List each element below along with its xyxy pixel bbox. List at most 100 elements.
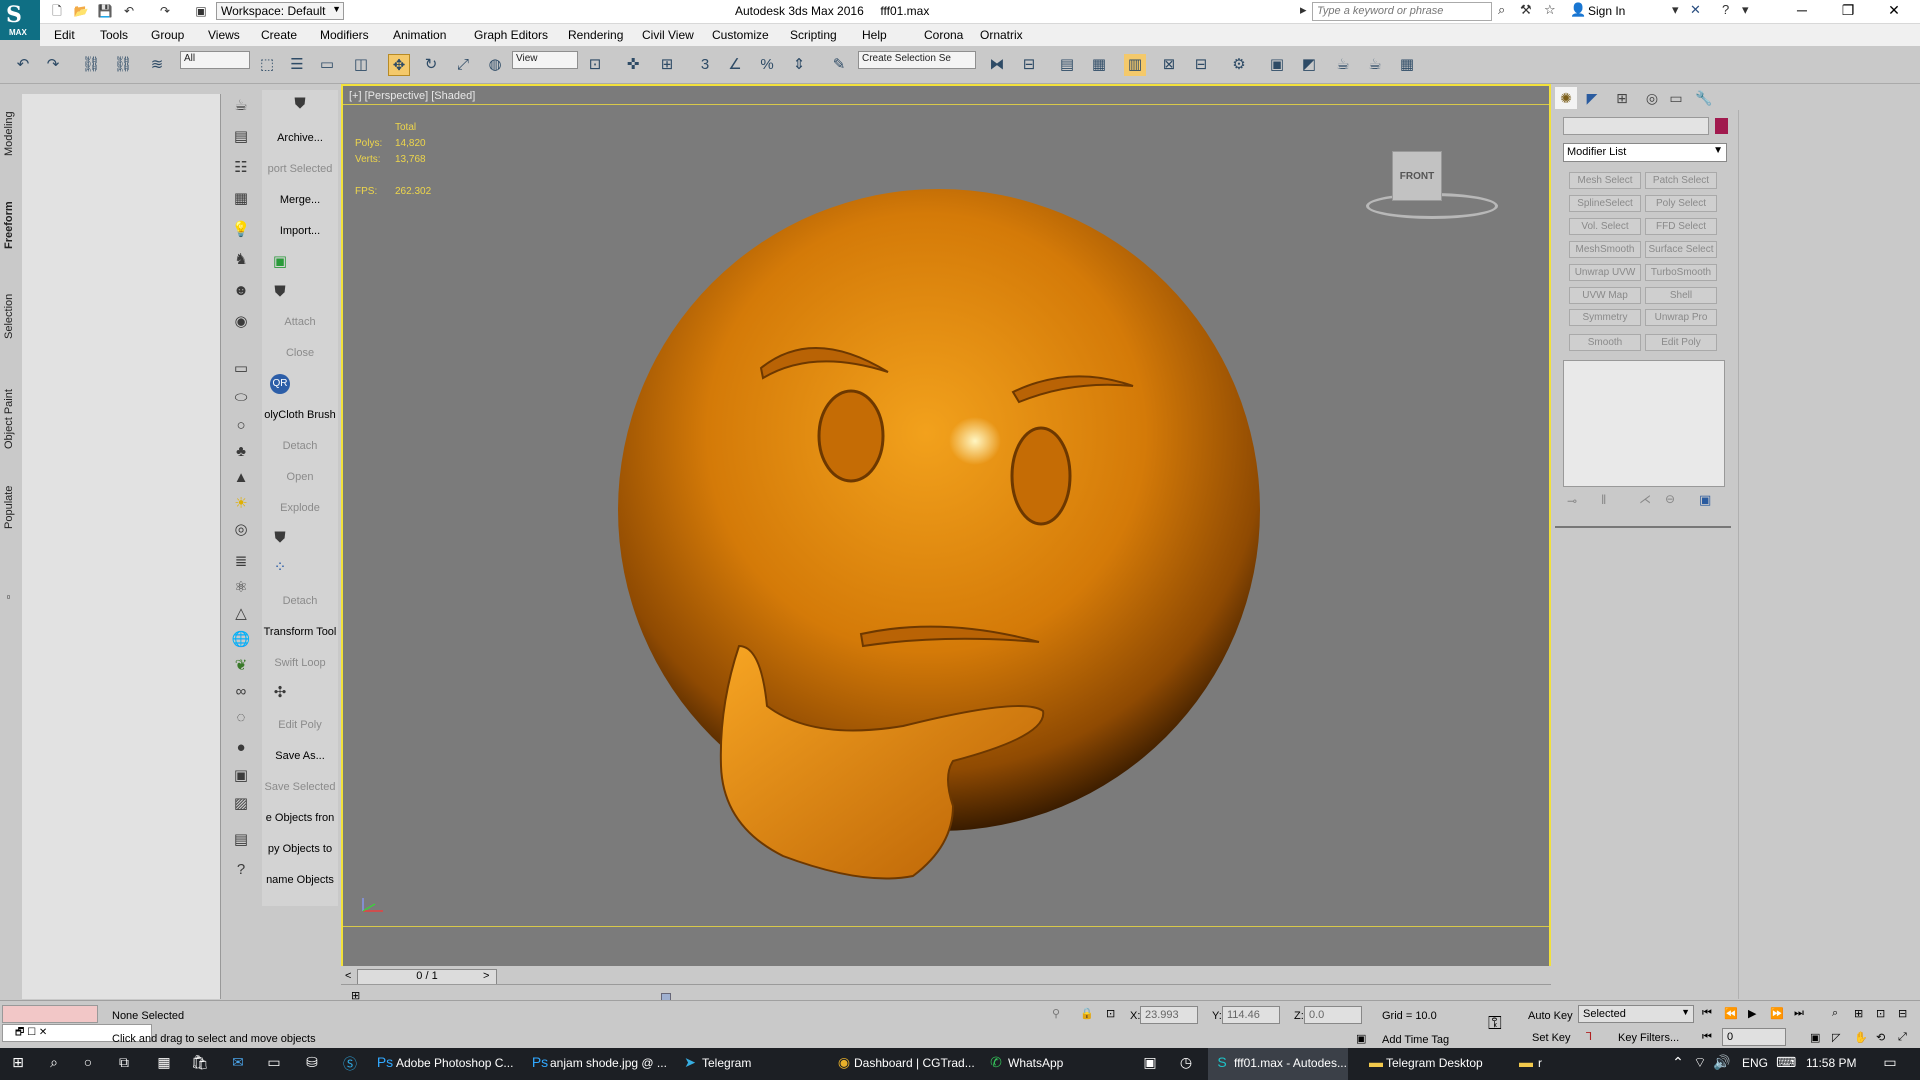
utilities-tab-icon[interactable]: 🔧 bbox=[1693, 87, 1715, 109]
help-icon[interactable]: ? bbox=[231, 860, 251, 880]
zoom-all-icon[interactable]: ⊞ bbox=[1854, 1007, 1863, 1020]
help-icon[interactable]: ? bbox=[1722, 2, 1729, 17]
snaps-toggle-icon[interactable]: 3 bbox=[694, 54, 716, 76]
telegram-icon[interactable]: ➤ bbox=[680, 1054, 700, 1074]
menu-rendering[interactable]: Rendering bbox=[568, 28, 623, 42]
key-icon[interactable]: ⚿ bbox=[1488, 1013, 1502, 1034]
rendered-frame-icon[interactable]: ▣ bbox=[1266, 54, 1288, 76]
volume-icon[interactable]: 🔊 bbox=[1712, 1054, 1732, 1074]
binoculars-icon[interactable]: ⌕ bbox=[1498, 2, 1505, 18]
knot-icon[interactable]: ∞ bbox=[231, 682, 251, 702]
window-crossing-icon[interactable]: ◫ bbox=[350, 54, 372, 76]
redo-icon[interactable]: ↷ bbox=[156, 3, 174, 19]
modifier-stack[interactable] bbox=[1563, 360, 1725, 487]
menu-group[interactable]: Group bbox=[151, 28, 184, 42]
show-end-result-icon[interactable]: ‖ bbox=[1601, 492, 1606, 507]
next-frame-icon[interactable]: > bbox=[483, 970, 489, 982]
taskbar-telegram-desktop[interactable]: Telegram Desktop bbox=[1386, 1056, 1483, 1070]
set-key-button[interactable]: Set Key bbox=[1532, 1032, 1571, 1044]
motion-tab-icon[interactable]: ◎ bbox=[1641, 87, 1663, 109]
time-slider[interactable]: 0 / 1 bbox=[357, 969, 497, 985]
move-objects-from-button[interactable]: e Objects fron bbox=[262, 812, 338, 824]
wifi-icon[interactable]: ⌔ bbox=[1690, 1054, 1710, 1074]
remove-modifier-icon[interactable]: ⊖ bbox=[1665, 492, 1675, 506]
meshsmooth-button[interactable]: MeshSmooth bbox=[1569, 241, 1641, 258]
save-as-button[interactable]: Save As... bbox=[262, 750, 338, 762]
plane-icon[interactable]: ▭ bbox=[231, 359, 251, 379]
align-icon[interactable]: ⊟ bbox=[1018, 54, 1040, 76]
keyboard-shortcut-icon[interactable]: ⊞ bbox=[656, 54, 678, 76]
maximize-viewport-icon[interactable]: ⤢ bbox=[1898, 1031, 1907, 1044]
pin-stack-icon[interactable]: ⊸ bbox=[1567, 494, 1577, 508]
render-setup-icon[interactable]: ⚙ bbox=[1228, 54, 1250, 76]
x-coord-field[interactable]: 23.993 bbox=[1140, 1006, 1198, 1024]
explode-button[interactable]: Explode bbox=[262, 502, 338, 514]
auto-key-button[interactable]: Auto Key bbox=[1528, 1010, 1573, 1022]
thinking-emoji-model[interactable] bbox=[343, 86, 1549, 966]
absolute-mode-icon[interactable]: ⊡ bbox=[1106, 1007, 1115, 1020]
photoshop-icon[interactable]: Ps bbox=[375, 1054, 395, 1074]
new-file-icon[interactable]: 🗋 bbox=[48, 3, 66, 19]
ball-icon[interactable]: ● bbox=[231, 738, 251, 758]
uvw-map-button[interactable]: UVW Map bbox=[1569, 287, 1641, 304]
selection-filter-dropdown[interactable]: All bbox=[180, 51, 250, 69]
qr-icon[interactable]: QR bbox=[270, 374, 290, 394]
menu-edit[interactable]: Edit bbox=[54, 28, 75, 42]
ffd-select-button[interactable]: FFD Select bbox=[1645, 218, 1717, 235]
rename-objects-button[interactable]: name Objects bbox=[262, 874, 338, 886]
clock[interactable]: 11:58 PM bbox=[1806, 1056, 1856, 1070]
sign-in-link[interactable]: Sign In bbox=[1588, 4, 1625, 18]
dots-icon[interactable]: ⁘ bbox=[270, 558, 290, 578]
menu-tools[interactable]: Tools bbox=[100, 28, 128, 42]
close-button[interactable]: Close bbox=[262, 347, 338, 359]
transform-tool-button[interactable]: Transform Tool bbox=[262, 626, 338, 638]
percent-snap-icon[interactable]: % bbox=[756, 54, 778, 76]
time-config-icon[interactable]: ▣ bbox=[1810, 1031, 1820, 1044]
archive-button[interactable]: Archive... bbox=[262, 132, 338, 144]
configure-sets-icon[interactable]: ▣ bbox=[1699, 492, 1711, 508]
tab-selection[interactable]: Selection bbox=[3, 294, 15, 339]
set-key-icon[interactable]: ⅂ bbox=[1586, 1030, 1592, 1043]
tab-freeform[interactable]: Freeform bbox=[3, 201, 15, 249]
cortana-icon[interactable]: ○ bbox=[78, 1054, 98, 1074]
render-window-icon[interactable]: ▦ bbox=[1396, 54, 1418, 76]
ribbon-toggle-icon[interactable]: ▦ bbox=[1088, 54, 1110, 76]
pan-icon[interactable]: ✋ bbox=[1854, 1031, 1868, 1044]
lock-icon[interactable]: 🔒 bbox=[1080, 1007, 1094, 1020]
search-icon[interactable]: ⌕ bbox=[44, 1054, 64, 1074]
turbosmooth-button[interactable]: TurboSmooth bbox=[1645, 264, 1717, 281]
select-move-icon[interactable]: ✥ bbox=[388, 54, 410, 76]
undo-icon[interactable]: ↶ bbox=[12, 54, 34, 76]
modify-tab-icon[interactable]: ◤ bbox=[1581, 87, 1603, 109]
menu-customize[interactable]: Customize bbox=[712, 28, 769, 42]
stack-icon[interactable]: ≣ bbox=[231, 552, 251, 572]
restore-icon[interactable]: ❐ bbox=[1826, 2, 1870, 22]
key-filters-button[interactable]: Key Filters... bbox=[1618, 1032, 1679, 1044]
clock-app-icon[interactable]: ◷ bbox=[1176, 1054, 1196, 1074]
star-icon[interactable]: ☆ bbox=[1544, 2, 1556, 18]
polycloth-brush-button[interactable]: olyCloth Brush bbox=[262, 409, 338, 421]
taskbar-active-item[interactable]: S fff01.max - Autodes... bbox=[1208, 1048, 1348, 1080]
tab-populate[interactable]: Populate bbox=[3, 486, 15, 529]
cameras-icon[interactable]: ▣ bbox=[231, 766, 251, 786]
save-selected-button[interactable]: Save Selected bbox=[262, 781, 338, 793]
key-mode-dropdown[interactable]: Selected ▼ bbox=[1578, 1005, 1694, 1023]
modifier-list-dropdown[interactable]: Modifier List ▼ bbox=[1563, 143, 1727, 162]
tab-modeling[interactable]: Modeling bbox=[3, 111, 15, 156]
named-selection-sets-dropdown[interactable]: Create Selection Se bbox=[858, 51, 976, 69]
chevron-down-icon[interactable]: ▾ bbox=[1742, 2, 1749, 18]
chrome-icon[interactable]: ◉ bbox=[834, 1054, 854, 1074]
select-by-name-icon[interactable]: ☰ bbox=[286, 54, 308, 76]
list-icon[interactable]: ☷ bbox=[231, 158, 251, 178]
image-icon[interactable]: ▣ bbox=[270, 252, 290, 272]
task-view-icon[interactable]: ⧉ bbox=[114, 1054, 134, 1074]
import-button[interactable]: Import... bbox=[262, 225, 338, 237]
pyramid-icon[interactable]: △ bbox=[231, 604, 251, 624]
teapot-icon[interactable]: ☕ bbox=[1332, 54, 1354, 76]
schematic-view-icon[interactable]: ⊠ bbox=[1158, 54, 1180, 76]
attach-button[interactable]: Attach bbox=[262, 316, 338, 328]
key-mode-toggle-icon[interactable]: ⏮ bbox=[1702, 1031, 1712, 1044]
ribbon-options-icon[interactable]: ▫ bbox=[3, 595, 15, 599]
cone-icon[interactable]: ▲ bbox=[231, 468, 251, 488]
patch-select-button[interactable]: Patch Select bbox=[1645, 172, 1717, 189]
